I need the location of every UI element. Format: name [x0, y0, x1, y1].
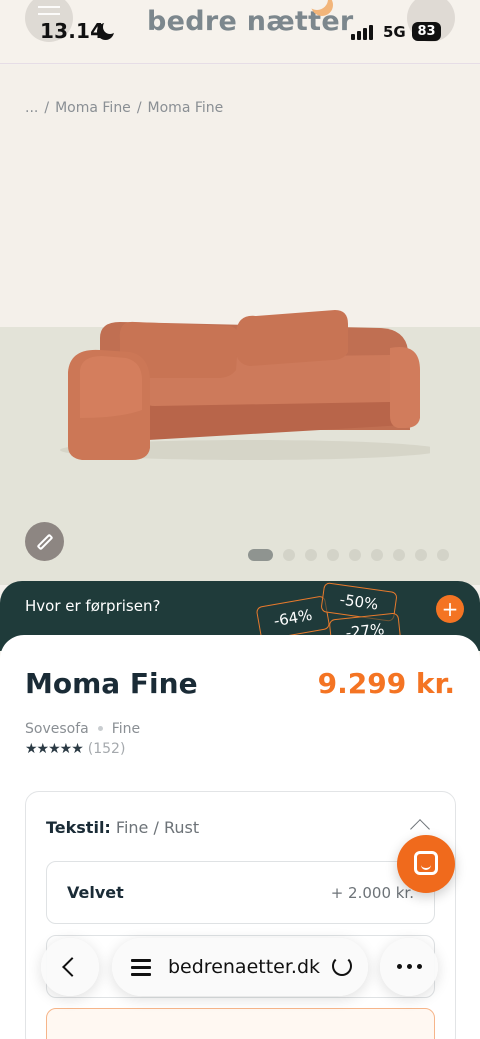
gallery-pagination — [248, 549, 449, 561]
product-subtitle: Sovesofa Fine — [25, 721, 140, 737]
moon-icon — [97, 20, 117, 40]
product-category: Sovesofa — [25, 721, 89, 737]
chat-button[interactable] — [397, 835, 455, 893]
back-button[interactable] — [41, 938, 99, 996]
product-price: 9.299 kr. — [317, 667, 455, 700]
more-button[interactable] — [380, 938, 438, 996]
sofa-image — [60, 310, 430, 460]
gallery-dot[interactable] — [349, 549, 361, 561]
option-name: Velvet — [67, 883, 124, 902]
product-title: Moma Fine — [25, 667, 198, 700]
textile-label: Tekstil: — [46, 818, 111, 837]
textile-selected: Fine / Rust — [115, 818, 200, 837]
status-bar: 13.14 bedre nætter 5G 83 — [0, 0, 480, 64]
status-time: 13.14 — [40, 19, 105, 43]
network-type: 5G — [383, 23, 406, 41]
product-gallery[interactable]: ... / Moma Fine / Moma Fine — [0, 65, 480, 585]
rating[interactable]: ★★★★★ (152) — [25, 741, 125, 757]
menu-icon — [38, 6, 60, 8]
breadcrumb: ... / Moma Fine / Moma Fine — [25, 100, 224, 116]
chat-icon — [414, 851, 438, 875]
gallery-dot[interactable] — [305, 549, 317, 561]
gallery-dot[interactable] — [327, 549, 339, 561]
gallery-dot[interactable] — [248, 549, 273, 561]
textile-option-selected[interactable] — [46, 1008, 435, 1039]
breadcrumb-current: Moma Fine — [147, 100, 224, 116]
gallery-dot[interactable] — [415, 549, 427, 561]
textile-header[interactable]: Tekstil: Fine / Rust — [46, 818, 199, 837]
discount-tag: -64% — [255, 595, 331, 641]
ruler-icon — [36, 533, 54, 551]
expand-button[interactable]: + — [436, 595, 464, 623]
gallery-dot[interactable] — [437, 549, 449, 561]
reload-icon[interactable] — [332, 956, 352, 976]
product-collection: Fine — [111, 721, 141, 737]
gallery-dot[interactable] — [283, 549, 295, 561]
textile-option-velvet[interactable]: Velvet + 2.000 kr. — [46, 861, 435, 924]
promo-text: Hvor er førprisen? — [25, 597, 161, 615]
breadcrumb-ellipsis[interactable]: ... — [25, 100, 38, 116]
chevron-left-icon — [62, 957, 82, 977]
address-bar[interactable]: bedrenaetter.dk — [112, 938, 368, 996]
browser-toolbar: bedrenaetter.dk — [0, 930, 480, 1010]
rating-count: (152) — [87, 741, 126, 757]
measurements-button[interactable] — [25, 522, 64, 561]
breadcrumb-link[interactable]: Moma Fine — [55, 100, 131, 116]
battery-icon: 83 — [412, 22, 441, 41]
url-text: bedrenaetter.dk — [168, 956, 321, 978]
option-price: + 2.000 kr. — [330, 884, 414, 902]
rating-stars: ★★★★★ — [25, 741, 84, 757]
gallery-dot[interactable] — [371, 549, 383, 561]
tabs-icon[interactable] — [131, 957, 151, 977]
gallery-dot[interactable] — [393, 549, 405, 561]
signal-icon — [351, 24, 375, 40]
